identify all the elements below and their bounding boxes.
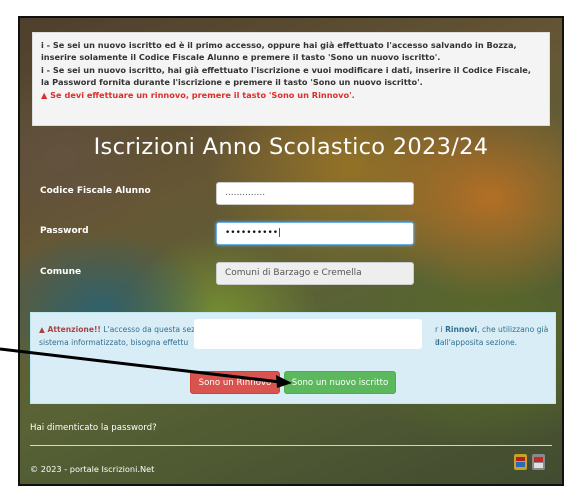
comune-field: Comuni di Barzago e Cremella [216,262,414,285]
municipality-logos-icon [514,454,545,470]
password-label: Password [40,226,89,236]
notice-text-c: sistema informatizzato, bisogna effettu [39,338,189,347]
instructions-box: i - Se sei un nuovo iscritto ed è il pri… [32,32,550,126]
comune-label: Comune [40,267,82,277]
password-value: •••••••••• [225,228,279,238]
attention-label: Attenzione!! [47,325,101,334]
text-cursor: | [278,228,282,238]
instruction-line-3: ▲ Se devi effettuare un rinnovo, premere… [41,89,541,101]
page-frame: i - Se sei un nuovo iscritto ed è il pri… [18,16,564,486]
notice-text-e: r i [435,325,443,334]
forgot-password-link[interactable]: Hai dimenticato la password? [30,423,157,433]
copyright-text: © 2023 - portale Iscrizioni.Net [30,464,155,474]
instruction-line-2: i - Se sei un nuovo iscritto, hai già ef… [41,64,531,88]
password-input[interactable]: ••••••••••| [216,222,414,245]
sono-un-nuovo-iscritto-button[interactable]: Sono un nuovo iscritto [284,371,396,394]
crest-icon-2 [532,454,545,470]
codice-fiscale-input[interactable]: .............. [216,182,414,205]
instruction-line-1: i - Se sei un nuovo iscritto ed è il pri… [41,40,517,63]
warning-icon: ▲ [41,89,48,100]
notice-text-d: dall'apposita sezione. [435,338,518,347]
crest-icon-1 [514,454,527,470]
page-title: Iscrizioni Anno Scolastico 2023/24 [93,134,489,160]
footer-divider [30,445,552,446]
notice-text-a: L'accesso da questa sez [103,325,196,334]
codice-fiscale-label: Codice Fiscale Alunno [40,186,151,196]
rinnovi-link: Rinnovi [445,325,478,334]
redaction-box [194,319,422,349]
instruction-line-3-text: Se devi effettuare un rinnovo, premere i… [50,89,355,100]
sono-un-rinnovo-button[interactable]: Sono un Rinnovo [190,371,280,394]
